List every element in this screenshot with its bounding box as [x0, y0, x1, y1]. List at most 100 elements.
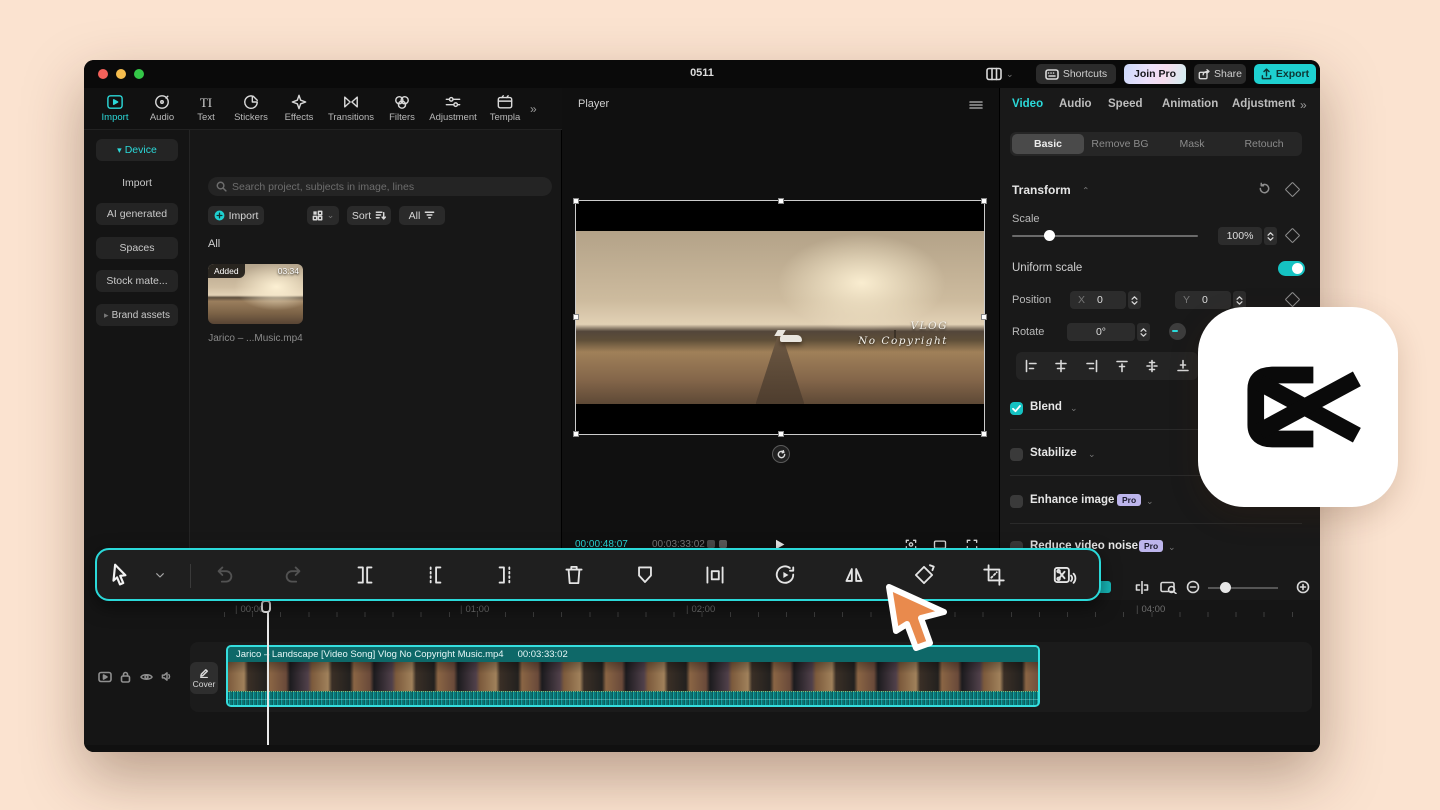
player-menu-icon[interactable]: [969, 100, 983, 110]
split-button[interactable]: [352, 562, 378, 588]
delete-button[interactable]: [561, 562, 587, 588]
subtab-remove-bg[interactable]: Remove BG: [1084, 134, 1156, 154]
tab-filters[interactable]: Filters: [380, 89, 424, 129]
align-bottom-icon[interactable]: [1176, 359, 1190, 373]
cover-button[interactable]: Cover: [190, 662, 218, 694]
stabilize-label[interactable]: Stabilize: [1030, 447, 1077, 459]
chevron-down-icon[interactable]: ⌄: [1088, 449, 1096, 460]
keyframe-icon[interactable]: [1285, 292, 1301, 308]
resize-handle[interactable]: [778, 198, 784, 204]
share-button[interactable]: Share: [1194, 64, 1246, 84]
tab-adjustment[interactable]: Adjustment: [1232, 98, 1295, 110]
align-top-icon[interactable]: [1115, 359, 1129, 373]
tab-transitions[interactable]: Transitions: [322, 89, 380, 129]
player-control-chip[interactable]: [719, 540, 727, 548]
mirror-button[interactable]: [841, 562, 867, 588]
rotate-value-field[interactable]: 0°: [1067, 323, 1135, 341]
enhance-image-label[interactable]: Enhance image: [1030, 494, 1114, 506]
position-x-field[interactable]: X0: [1070, 291, 1126, 309]
timeline-zoom-thumb[interactable]: [1220, 582, 1231, 593]
position-x-stepper[interactable]: [1128, 291, 1141, 309]
rotate-dial[interactable]: [1169, 323, 1186, 340]
freeze-frame-button[interactable]: [702, 562, 728, 588]
resize-handle[interactable]: [573, 431, 579, 437]
delete-left-button[interactable]: [422, 562, 448, 588]
chevron-down-icon[interactable]: ⌄: [1168, 542, 1176, 553]
keyframe-icon[interactable]: [1285, 228, 1301, 244]
resize-handle[interactable]: [573, 314, 579, 320]
search-input[interactable]: [208, 177, 552, 196]
stabilize-checkbox[interactable]: [1010, 448, 1023, 461]
playhead[interactable]: [267, 602, 269, 745]
import-media-button[interactable]: Import: [208, 206, 264, 225]
keyframe-icon[interactable]: [1285, 182, 1301, 198]
shortcuts-button[interactable]: Shortcuts: [1036, 64, 1116, 84]
uniform-scale-toggle[interactable]: [1278, 261, 1305, 276]
lock-icon[interactable]: [120, 671, 131, 683]
media-card[interactable]: Added 03:34: [208, 264, 303, 324]
tab-effects[interactable]: Effects: [276, 89, 322, 129]
transform-section-title[interactable]: Transform: [1012, 183, 1071, 197]
reset-icon[interactable]: [1258, 182, 1271, 195]
rotate-stepper[interactable]: [1137, 323, 1150, 341]
delete-right-button[interactable]: [492, 562, 518, 588]
preview-quality-icon[interactable]: [1160, 581, 1177, 594]
tab-template[interactable]: Templa: [482, 89, 528, 129]
zoom-in-icon[interactable]: [1296, 580, 1310, 594]
video-preview-frame[interactable]: VLOG No Copyright: [575, 200, 985, 435]
resize-handle[interactable]: [981, 198, 987, 204]
align-center-vertical-icon[interactable]: [1145, 359, 1159, 373]
rotate-handle[interactable]: [772, 445, 790, 463]
align-left-icon[interactable]: [1024, 359, 1038, 373]
redo-button[interactable]: [281, 562, 307, 588]
export-button[interactable]: Export: [1254, 64, 1316, 84]
resize-handle[interactable]: [778, 431, 784, 437]
tab-stickers[interactable]: Stickers: [226, 89, 276, 129]
tab-audio[interactable]: Audio: [138, 89, 186, 129]
tab-audio[interactable]: Audio: [1059, 98, 1092, 110]
collapse-icon[interactable]: ⌄: [1082, 184, 1090, 195]
more-tabs-icon[interactable]: »: [1300, 98, 1307, 112]
undo-button[interactable]: [211, 562, 237, 588]
tab-text[interactable]: TI Text: [186, 89, 226, 129]
align-center-horizontal-icon[interactable]: [1054, 359, 1068, 373]
view-mode-button[interactable]: ⌄: [307, 206, 339, 225]
select-tool-dropdown[interactable]: [152, 567, 168, 583]
timeline-zoom-slider[interactable]: [1208, 587, 1278, 589]
tab-speed[interactable]: Speed: [1108, 98, 1143, 110]
workspace-layout-icon[interactable]: [986, 67, 1002, 86]
more-tabs-icon[interactable]: »: [530, 102, 537, 116]
tab-import[interactable]: Import: [92, 89, 138, 129]
filter-button[interactable]: All: [399, 206, 445, 225]
scale-value-field[interactable]: 100%: [1218, 227, 1262, 245]
select-tool-button[interactable]: [107, 561, 133, 589]
eye-icon[interactable]: [140, 672, 153, 682]
sort-button[interactable]: Sort: [347, 206, 391, 225]
subtab-retouch[interactable]: Retouch: [1228, 134, 1300, 154]
scale-slider-thumb[interactable]: [1044, 230, 1055, 241]
mask-button[interactable]: [632, 562, 658, 588]
zoom-out-icon[interactable]: [1186, 580, 1200, 594]
playhead-handle[interactable]: [261, 600, 271, 613]
scale-slider-track[interactable]: [1012, 235, 1198, 237]
extract-audio-button[interactable]: [1051, 562, 1077, 588]
player-control-chip[interactable]: [707, 540, 715, 548]
blend-checkbox[interactable]: [1010, 402, 1023, 415]
chevron-down-icon[interactable]: ⌄: [1070, 403, 1078, 414]
tab-adjustment[interactable]: Adjustment: [424, 89, 482, 129]
chevron-down-icon[interactable]: ⌄: [1006, 69, 1014, 80]
speaker-icon[interactable]: [161, 671, 173, 682]
enhance-image-checkbox[interactable]: [1010, 495, 1023, 508]
subtab-basic[interactable]: Basic: [1012, 134, 1084, 154]
resize-handle[interactable]: [573, 198, 579, 204]
align-right-icon[interactable]: [1085, 359, 1099, 373]
blend-label[interactable]: Blend: [1030, 401, 1062, 413]
scale-stepper[interactable]: [1264, 227, 1277, 245]
position-y-field[interactable]: Y0: [1175, 291, 1231, 309]
crop-button[interactable]: [981, 562, 1007, 588]
preview-axis-icon[interactable]: [1134, 581, 1150, 594]
join-pro-button[interactable]: Join Pro: [1124, 64, 1186, 84]
subtab-mask[interactable]: Mask: [1156, 134, 1228, 154]
resize-handle[interactable]: [981, 314, 987, 320]
speed-button[interactable]: [772, 562, 798, 588]
